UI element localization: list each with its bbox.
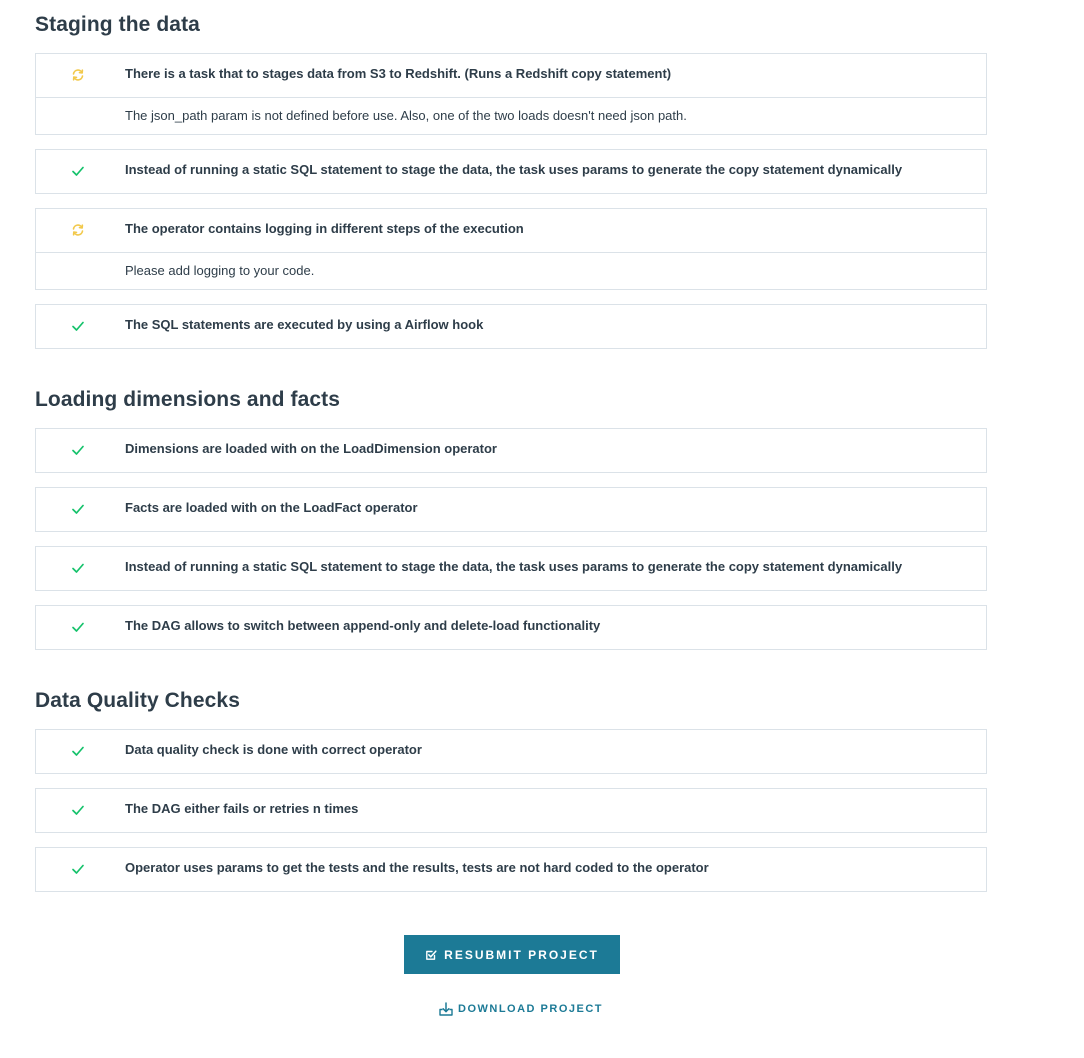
checkbox-edit-icon [426, 949, 437, 960]
criterion-row: Dimensions are loaded with on the LoadDi… [36, 429, 986, 472]
check-icon [72, 563, 84, 573]
criterion-row: Instead of running a static SQL statemen… [36, 547, 986, 590]
criterion-card: Instead of running a static SQL statemen… [35, 149, 987, 194]
criterion-text: The operator contains logging in differe… [125, 221, 524, 236]
criterion-text: Data quality check is done with correct … [125, 742, 422, 757]
criterion-row: The DAG either fails or retries n times [36, 789, 986, 832]
criterion-text: The DAG either fails or retries n times [125, 801, 359, 816]
section-title-staging: Staging the data [35, 13, 200, 36]
criterion-row: Data quality check is done with correct … [36, 730, 986, 773]
criterion-row: The DAG allows to switch between append-… [36, 606, 986, 649]
criterion-text: There is a task that to stages data from… [125, 66, 672, 81]
criterion-card: The DAG either fails or retries n times [35, 788, 987, 833]
section-title-loading: Loading dimensions and facts [35, 388, 341, 411]
criterion-card: The operator contains logging in differe… [35, 208, 987, 290]
check-icon [72, 504, 84, 514]
criterion-card: Instead of running a static SQL statemen… [35, 546, 987, 591]
check-icon [72, 805, 84, 815]
criterion-row: Facts are loaded with on the LoadFact op… [36, 488, 986, 531]
download-icon [439, 1002, 453, 1016]
criterion-text: Facts are loaded with on the LoadFact op… [125, 500, 418, 515]
download-project-link[interactable]: DOWNLOAD PROJECT [438, 1000, 603, 1018]
check-icon [72, 445, 84, 455]
criterion-card: There is a task that to stages data from… [35, 53, 987, 135]
criterion-text: The SQL statements are executed by using… [125, 317, 484, 332]
resubmit-project-button[interactable]: RESUBMIT PROJECT [404, 935, 620, 974]
check-icon [72, 622, 84, 632]
reviewer-comment: The json_path param is not defined befor… [36, 97, 986, 134]
criterion-row: The SQL statements are executed by using… [36, 305, 986, 348]
comment-text: The json_path param is not defined befor… [125, 108, 687, 123]
criterion-card: Dimensions are loaded with on the LoadDi… [35, 428, 987, 473]
reviewer-comment: Please add logging to your code. [36, 252, 986, 289]
criterion-card: Facts are loaded with on the LoadFact op… [35, 487, 987, 532]
criterion-card: The DAG allows to switch between append-… [35, 605, 987, 650]
check-icon [72, 166, 84, 176]
criterion-text: The DAG allows to switch between append-… [125, 618, 601, 633]
criterion-row: The operator contains logging in differe… [36, 209, 986, 252]
criterion-card: Operator uses params to get the tests an… [35, 847, 987, 892]
check-icon [72, 321, 84, 331]
section-title-quality: Data Quality Checks [35, 689, 240, 712]
criterion-card: Data quality check is done with correct … [35, 729, 987, 774]
criterion-text: Operator uses params to get the tests an… [125, 860, 709, 875]
criterion-row: There is a task that to stages data from… [36, 54, 986, 97]
download-label: DOWNLOAD PROJECT [458, 1002, 603, 1015]
refresh-icon [72, 224, 84, 236]
criterion-text: Instead of running a static SQL statemen… [125, 559, 903, 574]
criterion-text: Dimensions are loaded with on the LoadDi… [125, 441, 497, 456]
criterion-row: Instead of running a static SQL statemen… [36, 150, 986, 193]
criterion-row: Operator uses params to get the tests an… [36, 848, 986, 891]
refresh-icon [72, 69, 84, 81]
criterion-card: The SQL statements are executed by using… [35, 304, 987, 349]
check-icon [72, 864, 84, 874]
resubmit-label: RESUBMIT PROJECT [444, 947, 599, 962]
comment-text: Please add logging to your code. [125, 263, 315, 278]
criterion-text: Instead of running a static SQL statemen… [125, 162, 903, 177]
check-icon [72, 746, 84, 756]
